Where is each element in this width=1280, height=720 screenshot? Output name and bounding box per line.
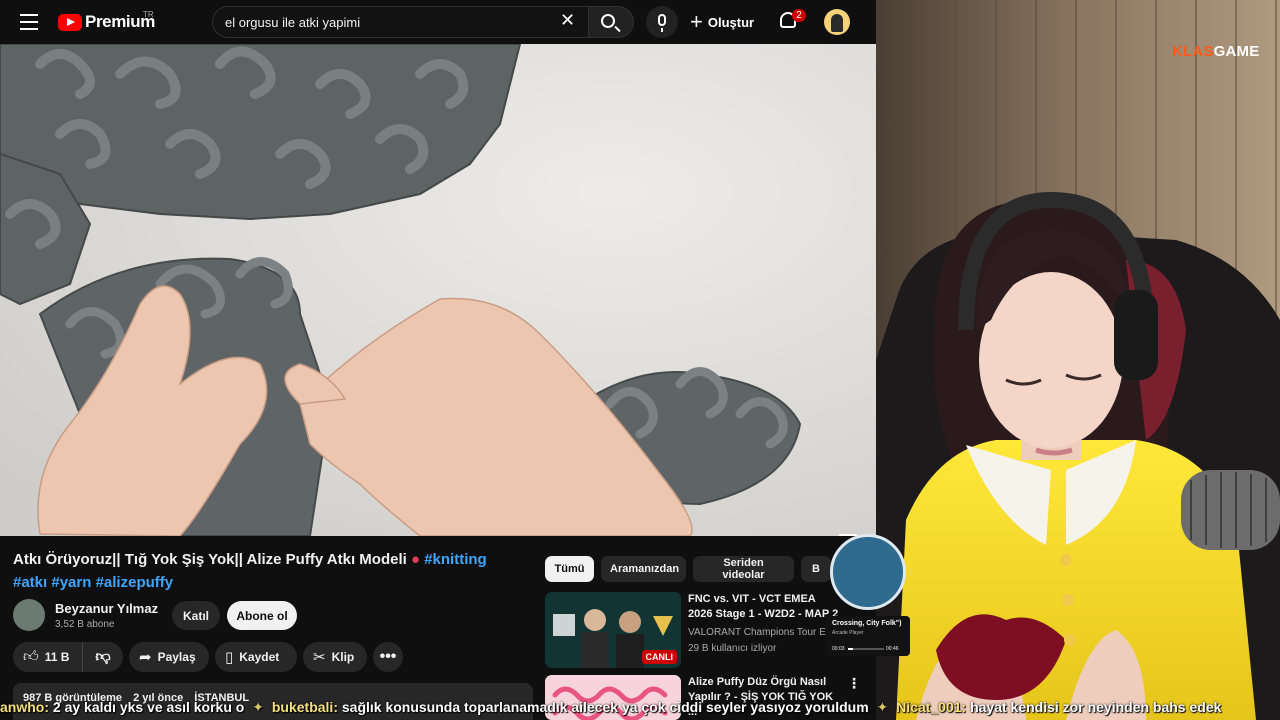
subscribe-button[interactable]: Abone ol: [227, 601, 297, 630]
more-vert-icon[interactable]: ⋮: [847, 675, 861, 692]
clip-button[interactable]: ✂ Klip: [303, 642, 367, 672]
stream-screen: Premium TR el orgusu ile atki yapimi ✕ +…: [0, 0, 1280, 720]
lips-emoji-icon: ●: [410, 551, 421, 568]
youtube-logo[interactable]: Premium: [58, 12, 155, 32]
more-icon: •••: [379, 648, 397, 665]
more-actions-button[interactable]: •••: [373, 642, 403, 672]
track-progress-fill: [848, 648, 854, 650]
like-button[interactable]: 👍︎ 11 B: [13, 642, 83, 672]
search-icon: [601, 14, 615, 28]
chat-separator: ✦: [876, 699, 889, 715]
save-label: Kaydet: [239, 650, 280, 664]
webcam-feed: KLASGAME: [876, 0, 1280, 720]
join-button[interactable]: Katıl: [172, 601, 220, 630]
subscriber-count: 3,52 B abone: [55, 619, 115, 630]
search-query: el orgusu ile atki yapimi: [225, 15, 361, 30]
chat-separator: ✦: [252, 699, 264, 715]
video-thumbnail[interactable]: CANLI: [545, 592, 681, 668]
voice-search-button[interactable]: [646, 6, 678, 38]
track-title: Crossing, City Folk"): [832, 620, 902, 627]
youtube-topbar: Premium TR el orgusu ile atki yapimi ✕ +…: [0, 0, 876, 44]
video-player[interactable]: [0, 44, 876, 536]
album-art: [830, 534, 906, 610]
scissors-icon: ✂: [313, 649, 326, 666]
recommended-title[interactable]: FNC vs. VIT - VCT EMEA 2026 Stage 1 - W2…: [688, 592, 840, 622]
video-title: Atkı Örüyoruz|| Tığ Yok Şiş Yok|| Alize …: [13, 548, 533, 594]
video-title-text: Atkı Örüyoruz|| Tığ Yok Şiş Yok|| Alize …: [13, 551, 407, 568]
hashtag-link[interactable]: #atkı: [13, 574, 47, 591]
live-badge: CANLI: [641, 650, 677, 664]
thumbs-up-icon: 👍︎: [23, 648, 39, 665]
like-count: 11 B: [44, 650, 70, 664]
track-elapsed: 00:03: [832, 646, 845, 652]
clear-search-icon[interactable]: ✕: [560, 10, 575, 31]
search-button[interactable]: [588, 6, 634, 38]
channel-name[interactable]: Beyzanur Yılmaz: [55, 601, 158, 616]
player-name: Arcade Player: [832, 630, 864, 636]
hashtag-link[interactable]: #knitting: [424, 551, 487, 568]
chat-user: Nicat_001:: [896, 699, 967, 715]
logo-region: TR: [143, 10, 154, 19]
hashtag-link[interactable]: #yarn: [51, 574, 91, 591]
thumbs-down-icon: 👎︎: [95, 648, 111, 665]
chip-from-search[interactable]: Aramanızdan: [601, 556, 686, 582]
chat-user: buketbali:: [271, 699, 338, 715]
share-button[interactable]: ➦ Paylaş: [129, 642, 209, 672]
chip-all[interactable]: Tümü: [545, 556, 594, 582]
chip-series[interactable]: Seriden videolar: [693, 556, 794, 582]
like-dislike-group: 👍︎ 11 B 👎︎: [13, 642, 123, 672]
recommended-channel[interactable]: VALORANT Champions Tour EMEA: [688, 627, 848, 638]
video-frame-image: [0, 44, 876, 536]
create-label: Oluştur: [707, 14, 755, 30]
plus-icon: +: [690, 9, 703, 34]
track-total: 00:46: [886, 646, 899, 652]
notification-badge: 2: [792, 9, 806, 22]
youtube-play-icon: [58, 13, 82, 31]
microphone-icon: [658, 14, 666, 32]
now-playing-widget: Crossing, City Folk") Arcade Player 00:0…: [826, 530, 910, 660]
chat-message: sağlık konusunda toparlanamadık ailecek …: [341, 699, 869, 715]
share-label: Paylaş: [157, 650, 196, 664]
hashtag-link[interactable]: #alizepuffy: [96, 574, 174, 591]
recommended-views: 29 B kullanıcı izliyor: [688, 643, 777, 654]
search-input[interactable]: el orgusu ile atki yapimi ✕: [212, 6, 588, 38]
save-button[interactable]: ▯ Kaydet: [215, 642, 297, 672]
clip-label: Klip: [331, 650, 355, 664]
chat-message: hayat kendisi zor neyinden bahs edek: [970, 699, 1222, 715]
bookmark-icon: ▯: [225, 649, 234, 666]
youtube-page: Premium TR el orgusu ile atki yapimi ✕ +…: [0, 0, 876, 720]
dislike-button[interactable]: 👎︎: [83, 648, 123, 666]
share-icon: ➦: [139, 649, 152, 666]
menu-icon[interactable]: [20, 14, 38, 30]
chat-user: anwho:: [0, 699, 49, 715]
chat-ticker: anwho: 2 ay kaldı yks ve asıl korku o ✦ …: [0, 699, 1280, 720]
music-card: Crossing, City Folk") Arcade Player 00:0…: [826, 616, 910, 656]
account-avatar[interactable]: [824, 9, 850, 35]
webcam-image: [876, 0, 1280, 720]
chat-message: 2 ay kaldı yks ve asıl korku o: [52, 699, 245, 715]
create-button[interactable]: + Oluştur: [690, 8, 754, 36]
channel-avatar[interactable]: [13, 599, 45, 631]
brand-watermark: KLASGAME: [1172, 43, 1260, 60]
track-progress-bar: [848, 648, 884, 650]
